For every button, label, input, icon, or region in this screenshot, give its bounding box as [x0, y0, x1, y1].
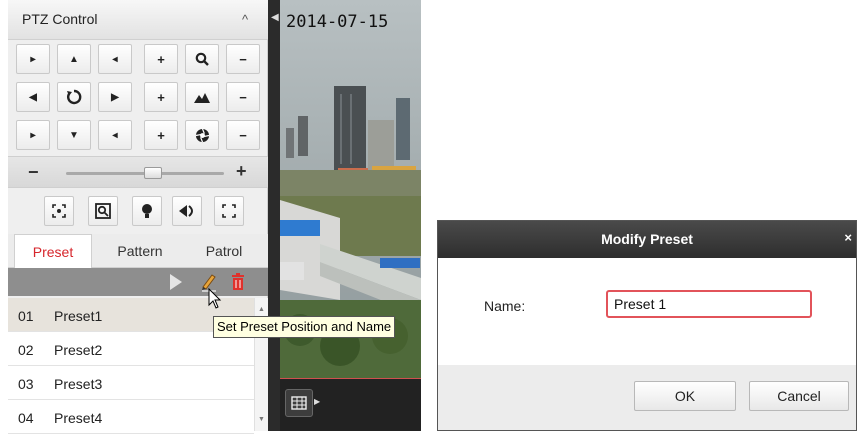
speed-slider-thumb[interactable]: [143, 167, 162, 179]
dialog-body: Name:: [438, 258, 856, 365]
wiper-button[interactable]: [172, 196, 202, 226]
tab-preset[interactable]: Preset: [14, 234, 92, 269]
auto-focus-button[interactable]: [44, 196, 74, 226]
minus-icon: −: [239, 89, 247, 105]
arrow-left-icon: ◀: [29, 91, 37, 103]
arrow-up-left-icon: ▸: [30, 53, 36, 65]
3d-zoom-button[interactable]: [88, 196, 118, 226]
minus-icon: −: [239, 51, 247, 67]
preset-number: 03: [18, 376, 34, 392]
speed-increase-button[interactable]: +: [236, 161, 247, 182]
speed-decrease-button[interactable]: −: [28, 162, 39, 183]
panel-divider: ◀: [268, 0, 280, 431]
pan-right-button[interactable]: ▶: [98, 82, 132, 112]
tooltip: Set Preset Position and Name: [213, 316, 396, 338]
mouse-cursor-icon: [208, 287, 222, 315]
pan-down-button[interactable]: ▼: [57, 120, 91, 150]
preset-number: 02: [18, 342, 34, 358]
tab-patrol[interactable]: Patrol: [186, 234, 262, 268]
close-icon[interactable]: ×: [844, 230, 852, 245]
iris-button[interactable]: [185, 120, 219, 150]
focus-far-button[interactable]: −: [226, 82, 260, 112]
pan-left-button[interactable]: ◀: [16, 82, 50, 112]
ptz-tabs: Preset Pattern Patrol: [8, 234, 268, 269]
focus-button[interactable]: [185, 82, 219, 112]
plus-icon: +: [157, 51, 165, 67]
delete-trash-icon: [232, 273, 244, 290]
focus-near-button[interactable]: +: [144, 82, 178, 112]
zoom-button[interactable]: [185, 44, 219, 74]
window-layout-button[interactable]: [285, 389, 313, 417]
pan-down-left-button[interactable]: ▸: [16, 120, 50, 150]
ptz-title: PTZ Control: [22, 11, 98, 27]
scroll-down-icon[interactable]: ▼: [258, 416, 265, 423]
delete-preset-button[interactable]: [230, 273, 246, 291]
iris-close-button[interactable]: −: [226, 120, 260, 150]
preset-row[interactable]: 03 Preset3: [8, 366, 254, 400]
init-lens-button[interactable]: [214, 196, 244, 226]
light-button[interactable]: [132, 196, 162, 226]
iris-open-button[interactable]: +: [144, 120, 178, 150]
focus-mountain-icon: [194, 93, 210, 103]
auto-rotate-icon: [67, 89, 82, 105]
plus-icon: +: [157, 127, 165, 143]
dialog-title: Modify Preset: [601, 231, 693, 247]
layout-grid-icon: [291, 396, 307, 410]
speed-control: − +: [8, 156, 268, 188]
zoom-magnifier-icon: [195, 52, 209, 66]
preset-toolbar: [8, 268, 268, 296]
auto-focus-icon: [52, 204, 66, 218]
ptz-header: PTZ Control ^: [8, 0, 268, 40]
wiper-icon: [179, 205, 193, 217]
preset-name: Preset4: [54, 410, 103, 426]
ok-button[interactable]: OK: [634, 381, 736, 411]
pan-down-right-button[interactable]: ◂: [98, 120, 132, 150]
arrow-up-right-icon: ◂: [112, 53, 118, 65]
zoom-in-button[interactable]: +: [144, 44, 178, 74]
name-label: Name:: [484, 298, 526, 314]
minus-icon: −: [239, 127, 247, 143]
arrow-up-icon: ▲: [69, 53, 79, 65]
plus-icon: +: [157, 89, 165, 105]
video-toolbar: ▶: [280, 378, 421, 431]
pan-up-right-button[interactable]: ◂: [98, 44, 132, 74]
collapse-panel-icon[interactable]: ◀: [271, 12, 279, 23]
dropdown-arrow-icon[interactable]: ▶: [314, 397, 320, 406]
preset-name: Preset1: [54, 308, 103, 324]
light-icon: [142, 204, 152, 218]
preset-name-input[interactable]: [606, 290, 812, 318]
arrow-right-icon: ▶: [111, 91, 119, 103]
collapse-icon[interactable]: ^: [242, 12, 248, 27]
ptz-direction-grid: ▸ ▲ ◂ + − ◀ ▶ + − ▸ ▼ ◂ + −: [16, 44, 260, 152]
init-lens-icon: [222, 204, 236, 218]
ptz-control-panel: PTZ Control ^ ▸ ▲ ◂ + − ◀ ▶ + − ▸ ▼ ◂ + …: [8, 0, 268, 434]
preset-name: Preset2: [54, 342, 103, 358]
iris-aperture-icon: [195, 128, 209, 142]
arrow-down-right-icon: ◂: [112, 129, 118, 141]
zoom-out-button[interactable]: −: [226, 44, 260, 74]
tab-pattern[interactable]: Pattern: [100, 234, 180, 268]
video-timestamp: 2014-07-15: [286, 12, 389, 32]
3d-zoom-icon: [95, 203, 111, 219]
auto-scan-button[interactable]: [57, 82, 91, 112]
cancel-button[interactable]: Cancel: [749, 381, 849, 411]
call-preset-play-icon[interactable]: [170, 274, 182, 290]
preset-number: 01: [18, 308, 34, 324]
arrow-down-left-icon: ▸: [30, 129, 36, 141]
preset-name: Preset3: [54, 376, 103, 392]
preset-row[interactable]: 04 Preset4: [8, 400, 254, 434]
modify-preset-dialog: Modify Preset × Name: OK Cancel: [437, 220, 857, 431]
pan-up-left-button[interactable]: ▸: [16, 44, 50, 74]
scroll-up-icon[interactable]: ▲: [258, 306, 265, 313]
preset-number: 04: [18, 410, 34, 426]
dialog-title-bar: Modify Preset ×: [438, 221, 856, 258]
arrow-down-icon: ▼: [69, 129, 79, 141]
pan-up-button[interactable]: ▲: [57, 44, 91, 74]
